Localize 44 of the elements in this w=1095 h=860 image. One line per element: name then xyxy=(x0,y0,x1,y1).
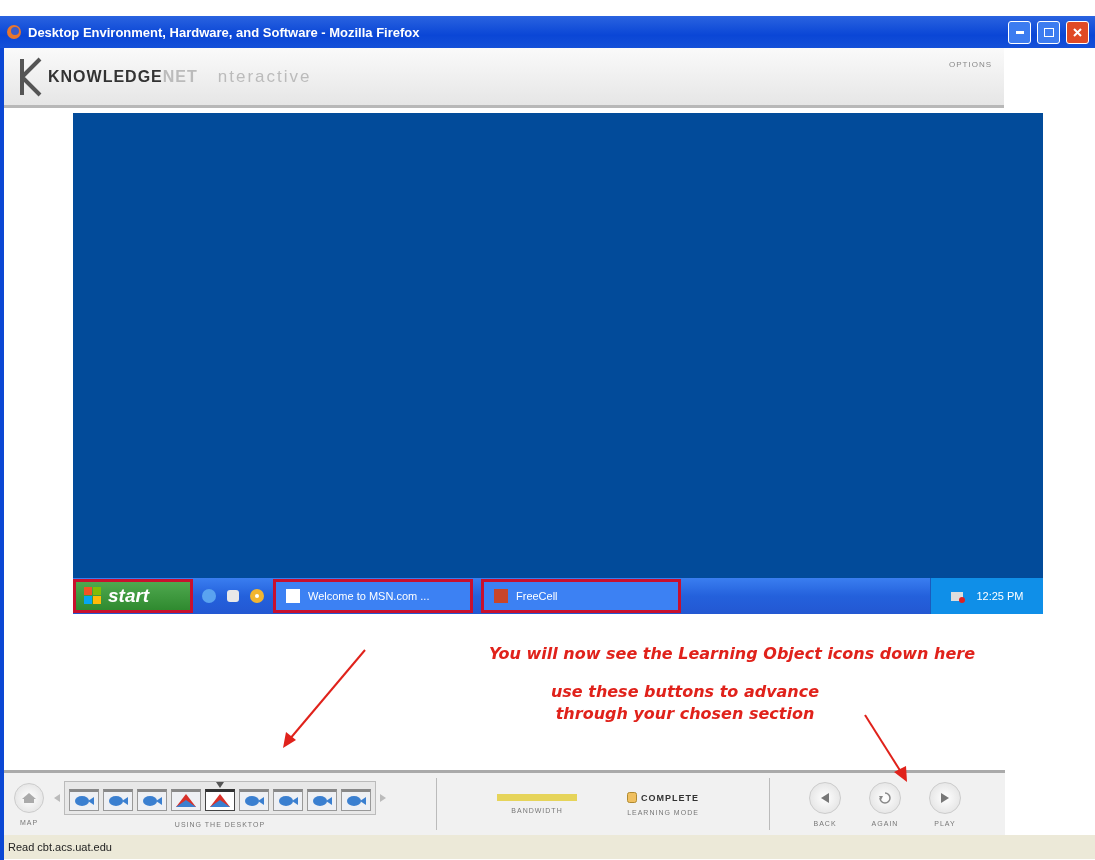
media-icon[interactable] xyxy=(225,588,241,604)
camera-icon xyxy=(74,794,94,807)
map-button[interactable] xyxy=(14,782,44,813)
annotation-text: use these buttons to advance through your chosen section xyxy=(549,681,821,725)
play-button[interactable] xyxy=(929,781,961,814)
brand-name: KNOWLEDGENET xyxy=(48,67,198,86)
clock: 12:25 PM xyxy=(976,590,1024,602)
browser-icon[interactable] xyxy=(201,588,217,604)
window-title: Desktop Environment, Hardware, and Software - Mozilla Firefox xyxy=(28,24,421,40)
back-button[interactable] xyxy=(809,781,841,814)
disc-icon[interactable] xyxy=(249,588,265,604)
cards-icon xyxy=(494,589,508,603)
browser-icon xyxy=(6,24,22,40)
taskbar-button[interactable]: Welcome to MSN.com ... xyxy=(273,579,473,613)
document-icon xyxy=(286,589,300,603)
back-icon xyxy=(820,792,830,803)
camera-icon xyxy=(244,794,264,807)
camera-icon xyxy=(278,794,298,807)
minimize-icon xyxy=(1015,30,1024,34)
annotation-text: You will now see the Learning Object icons down here xyxy=(489,644,975,663)
close-icon xyxy=(1073,27,1082,37)
taskbar-button[interactable]: FreeCell xyxy=(481,579,681,613)
status-message: Read cbt.acs.uat.edu xyxy=(8,841,112,853)
close-button[interactable] xyxy=(1066,20,1089,44)
status-icon xyxy=(627,792,637,803)
maximize-icon xyxy=(1043,27,1054,37)
pyramid-icon xyxy=(210,794,230,807)
play-icon xyxy=(940,792,950,803)
windows-logo-icon xyxy=(84,587,102,605)
status-text: COMPLETE xyxy=(641,792,699,803)
arrow xyxy=(864,714,907,782)
maximize-button[interactable] xyxy=(1037,20,1060,44)
minimize-button[interactable] xyxy=(1008,20,1031,44)
camera-icon xyxy=(142,794,162,807)
start-button[interactable]: start xyxy=(73,579,193,613)
home-icon xyxy=(22,792,36,803)
replay-icon xyxy=(879,791,891,804)
camera-icon xyxy=(346,794,366,807)
options-link[interactable]: OPTIONS xyxy=(949,60,992,69)
camera-icon xyxy=(312,794,332,807)
camera-icon xyxy=(108,794,128,807)
pyramid-icon xyxy=(176,794,196,807)
again-button[interactable] xyxy=(869,781,901,814)
learning-object[interactable] xyxy=(205,788,235,811)
